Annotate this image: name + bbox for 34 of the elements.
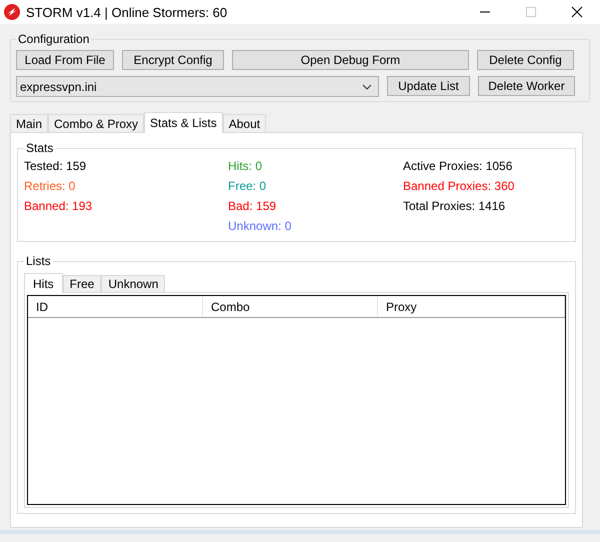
- toolbar-button[interactable]: Update List: [387, 76, 470, 96]
- tab[interactable]: Hits: [24, 273, 63, 293]
- tab[interactable]: Main: [10, 114, 48, 132]
- profile-dropdown[interactable]: expressvpn.ini: [16, 76, 379, 97]
- column-header[interactable]: Proxy: [378, 296, 565, 317]
- toolbar-button[interactable]: Delete Worker: [478, 76, 575, 96]
- chevron-down-icon: [362, 84, 372, 90]
- tab[interactable]: About: [222, 114, 266, 132]
- stat-label: Bad: 159: [228, 199, 278, 213]
- stat-label: Banned Proxies: 360: [403, 179, 516, 193]
- toolbar-button[interactable]: Encrypt Config: [122, 50, 224, 70]
- tab[interactable]: Free: [62, 275, 102, 292]
- toolbar-button[interactable]: Open Debug Form: [232, 50, 469, 70]
- tab[interactable]: Combo & Proxy: [48, 114, 144, 132]
- app-logo-icon: [4, 4, 20, 20]
- stat-label: Hits: 0: [228, 159, 264, 173]
- stat-label: Unknown: 0: [228, 219, 292, 233]
- toolbar-button[interactable]: Delete Config: [477, 50, 574, 70]
- stat-label: Tested: 159: [24, 159, 88, 173]
- column-header[interactable]: ID: [28, 296, 203, 317]
- group-title: Lists: [25, 254, 52, 268]
- tab[interactable]: Unknown: [101, 275, 166, 292]
- stat-label: Retries: 0: [24, 179, 76, 193]
- toolbar-button[interactable]: Load From File: [16, 50, 114, 70]
- group-title: Configuration: [17, 32, 90, 46]
- stat-label: Banned: 193: [24, 199, 94, 213]
- column-header[interactable]: Combo: [203, 296, 378, 317]
- tab[interactable]: Stats & Lists: [144, 112, 223, 133]
- stat-label: Free: 0: [228, 179, 268, 193]
- window-title: STORM v1.4 | Online Stormers: 60: [26, 4, 228, 20]
- stat-label: Active Proxies: 1056: [403, 159, 514, 173]
- stat-label: Total Proxies: 1416: [403, 199, 506, 213]
- group-title: Stats: [25, 141, 54, 155]
- close-icon[interactable]: [571, 6, 583, 18]
